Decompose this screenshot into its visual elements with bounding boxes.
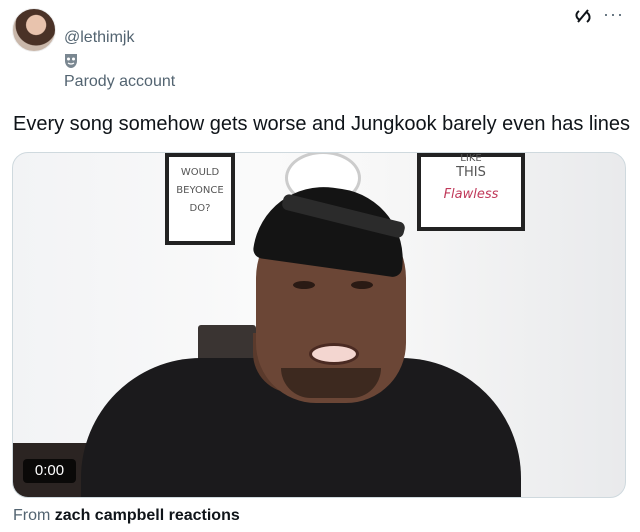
avatar[interactable] <box>12 8 56 52</box>
poster-left-line-2: BEYONCE <box>176 185 224 196</box>
video-timestamp: 0:00 <box>23 459 76 483</box>
attribution-source[interactable]: zach campbell reactions <box>55 507 240 524</box>
more-icon[interactable]: ··· <box>603 5 627 27</box>
eye-right <box>351 281 373 289</box>
poster-left-line-1: WOULD <box>180 167 220 178</box>
parody-label: Parody account <box>64 73 176 90</box>
poster-left: WOULD BEYONCE DO? <box>165 153 235 245</box>
video-player[interactable]: WOULD BEYONCE DO? LIKE THIS Flawless 0:0… <box>12 152 626 498</box>
poster-left-line-3: DO? <box>189 203 211 214</box>
tweet-text: Every song somehow gets worse and Jungko… <box>13 113 631 135</box>
poster-right-line-2: THIS <box>456 165 486 180</box>
mouth <box>309 343 359 365</box>
eye-left <box>293 281 315 289</box>
beard <box>281 368 381 398</box>
attribution-prefix: From <box>13 507 51 524</box>
theater-mask-icon <box>65 54 77 68</box>
poster-right-line-3: Flawless <box>443 187 499 202</box>
author-handle[interactable]: @lethimjk <box>64 29 134 47</box>
poster-right: LIKE THIS Flawless <box>417 153 525 231</box>
grok-icon[interactable] <box>572 7 594 27</box>
video-attribution[interactable]: From zach campbell reactions <box>13 507 240 525</box>
poster-right-line-1: LIKE <box>460 153 482 164</box>
